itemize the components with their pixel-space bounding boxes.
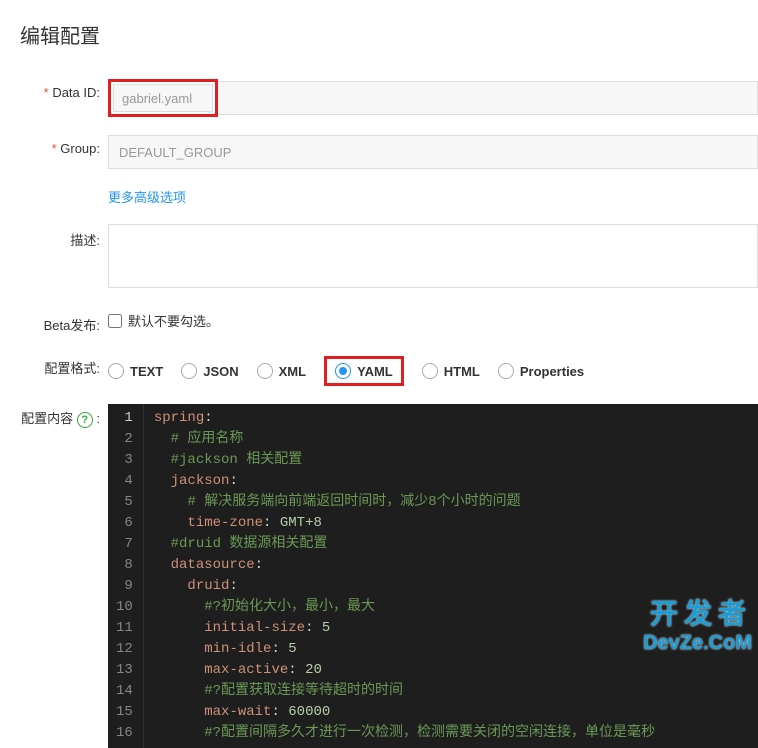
description-label: 描述: <box>20 224 108 249</box>
code-line: #druid 数据源相关配置 <box>154 534 748 555</box>
format-radio-xml[interactable]: XML <box>257 363 306 379</box>
gutter-line: 11 <box>116 618 133 639</box>
radio-label: XML <box>279 364 306 379</box>
page-title: 编辑配置 <box>20 20 758 49</box>
radio-label: Properties <box>520 364 584 379</box>
gutter-line: 10 <box>116 597 133 618</box>
gutter-line: 5 <box>116 492 133 513</box>
group-input[interactable] <box>108 135 758 169</box>
code-editor[interactable]: 12345678910111213141516 spring: # 应用名称 #… <box>108 404 758 748</box>
content-label-wrap: 配置内容 ? : <box>20 404 108 428</box>
data-id-input[interactable] <box>113 84 213 112</box>
code-line: jackson: <box>154 471 748 492</box>
gutter-line: 9 <box>116 576 133 597</box>
code-line: datasource: <box>154 555 748 576</box>
format-radio-html[interactable]: HTML <box>422 363 480 379</box>
group-label: Group: <box>20 135 108 156</box>
gutter-line: 1 <box>116 408 133 429</box>
radio-icon <box>422 363 438 379</box>
radio-icon <box>498 363 514 379</box>
data-id-label: Data ID: <box>20 79 108 100</box>
format-radio-yaml-highlight: YAML <box>324 356 404 386</box>
code-line: max-wait: 60000 <box>154 702 748 723</box>
code-line: #?配置间隔多久才进行一次检测，检测需要关闭的空闲连接，单位是毫秒 <box>154 723 748 744</box>
beta-hint: 默认不要勾选。 <box>128 311 219 330</box>
code-line: initial-size: 5 <box>154 618 748 639</box>
gutter-line: 15 <box>116 702 133 723</box>
beta-checkbox[interactable] <box>108 314 122 328</box>
code-line: #jackson 相关配置 <box>154 450 748 471</box>
gutter-line: 7 <box>116 534 133 555</box>
radio-icon <box>335 363 351 379</box>
format-radio-yaml[interactable]: YAML <box>335 363 393 379</box>
radio-icon <box>108 363 124 379</box>
beta-label: Beta发布: <box>20 309 108 334</box>
radio-label: YAML <box>357 364 393 379</box>
code-line: #?初始化大小，最小，最大 <box>154 597 748 618</box>
gutter-line: 8 <box>116 555 133 576</box>
code-line: #?配置获取连接等待超时的时间 <box>154 681 748 702</box>
gutter-line: 12 <box>116 639 133 660</box>
radio-icon <box>181 363 197 379</box>
code-line: # 解决服务端向前端返回时间时，减少8个小时的问题 <box>154 492 748 513</box>
more-advanced-link[interactable]: 更多高级选项 <box>108 190 186 205</box>
format-radio-text[interactable]: TEXT <box>108 363 163 379</box>
data-id-field-rest[interactable] <box>215 81 758 115</box>
code-line: min-idle: 5 <box>154 639 748 660</box>
radio-label: TEXT <box>130 364 163 379</box>
gutter-line: 6 <box>116 513 133 534</box>
code-line: spring: <box>154 408 748 429</box>
gutter-line: 16 <box>116 723 133 744</box>
gutter-line: 2 <box>116 429 133 450</box>
format-radio-group: TEXT JSON XML YAML HTML Properties <box>108 352 758 386</box>
gutter-line: 3 <box>116 450 133 471</box>
content-label: 配置内容 <box>21 411 73 426</box>
format-label: 配置格式: <box>20 352 108 377</box>
code-line: druid: <box>154 576 748 597</box>
code-line: # 应用名称 <box>154 429 748 450</box>
format-radio-json[interactable]: JSON <box>181 363 238 379</box>
help-icon[interactable]: ? <box>77 412 93 428</box>
radio-label: JSON <box>203 364 238 379</box>
code-area[interactable]: spring: # 应用名称 #jackson 相关配置 jackson: # … <box>144 404 758 748</box>
gutter-line: 13 <box>116 660 133 681</box>
data-id-highlight <box>108 79 218 117</box>
format-radio-properties[interactable]: Properties <box>498 363 584 379</box>
code-line: time-zone: GMT+8 <box>154 513 748 534</box>
code-line: max-active: 20 <box>154 660 748 681</box>
gutter-line: 4 <box>116 471 133 492</box>
radio-icon <box>257 363 273 379</box>
radio-label: HTML <box>444 364 480 379</box>
description-textarea[interactable] <box>108 224 758 288</box>
code-gutter: 12345678910111213141516 <box>108 404 144 748</box>
gutter-line: 14 <box>116 681 133 702</box>
